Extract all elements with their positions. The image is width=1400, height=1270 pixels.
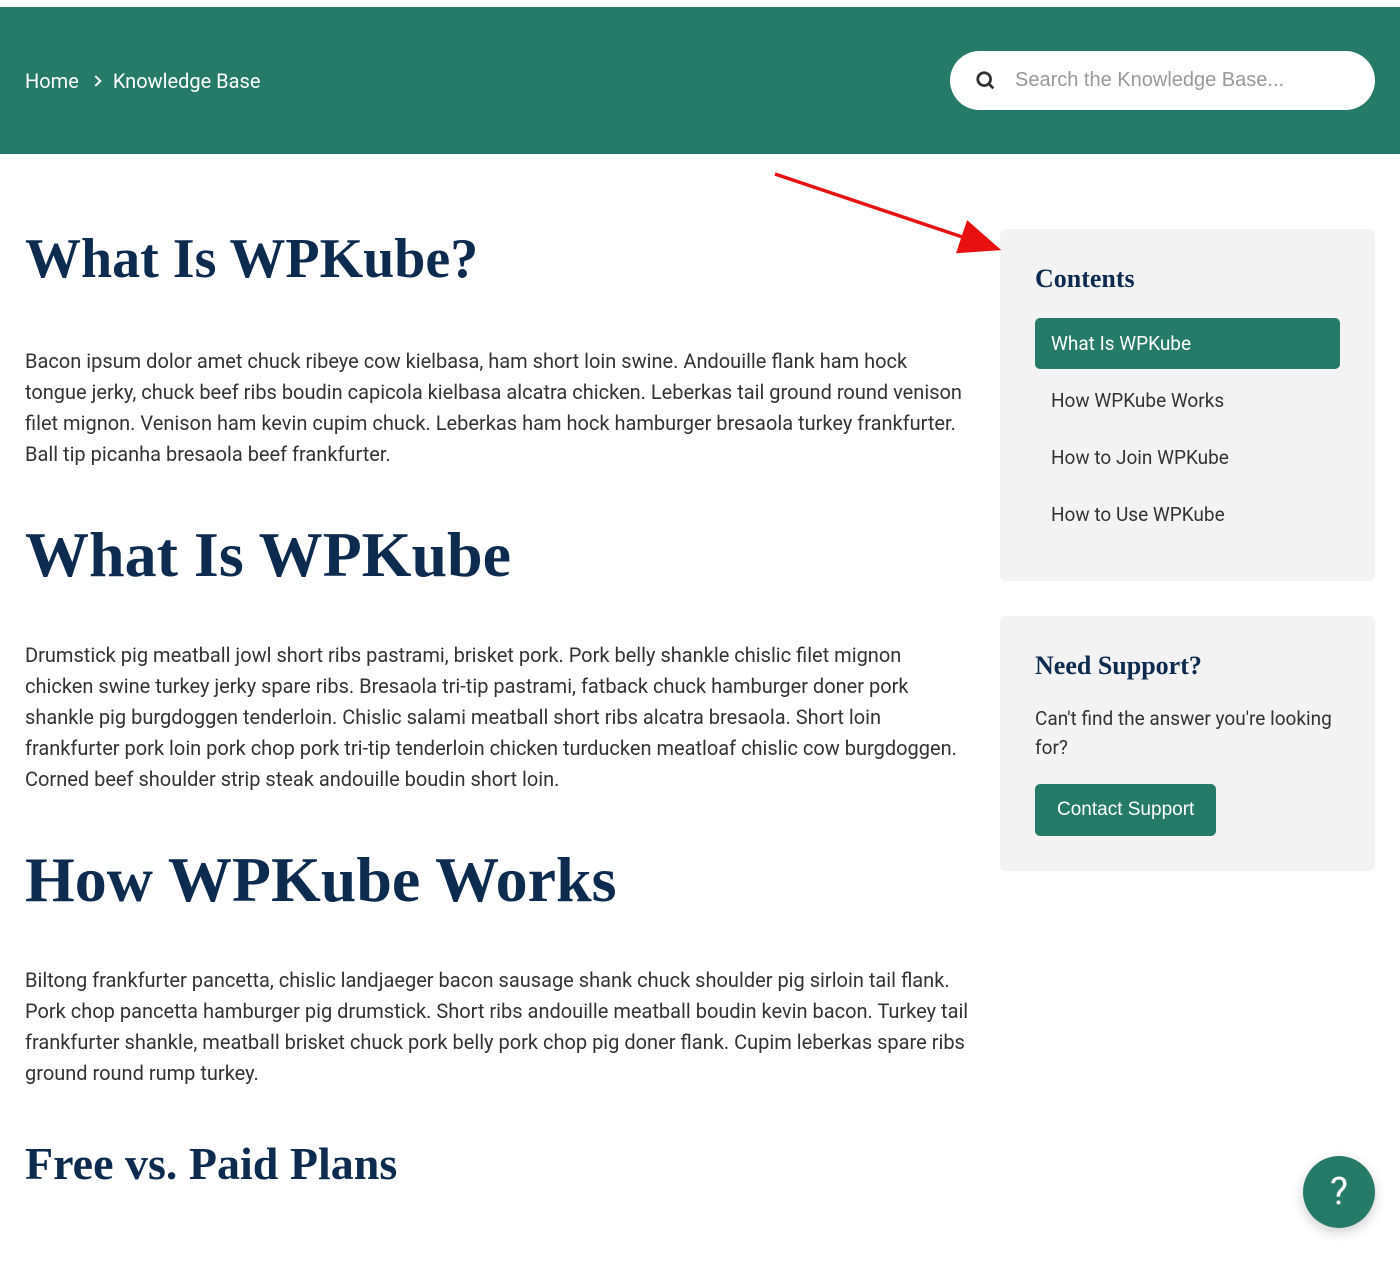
main-container: What Is WPKube? Bacon ipsum dolor amet c…	[0, 154, 1400, 1270]
toc-item-what-is[interactable]: What Is WPKube	[1035, 318, 1340, 369]
breadcrumb-current: Knowledge Base	[113, 69, 261, 93]
search-input[interactable]	[1015, 69, 1350, 92]
support-card: Need Support? Can't find the answer you'…	[1000, 616, 1375, 871]
intro-paragraph: Bacon ipsum dolor amet chuck ribeye cow …	[25, 346, 970, 470]
section-heading-what-is: What Is WPKube	[25, 520, 970, 590]
search-container	[950, 51, 1375, 110]
top-bar	[0, 0, 1400, 7]
breadcrumb: Home Knowledge Base	[25, 69, 260, 93]
toc-heading: Contents	[1035, 264, 1340, 294]
support-text: Can't find the answer you're looking for…	[1035, 705, 1340, 762]
toc-item-how-use[interactable]: How to Use WPKube	[1035, 489, 1340, 540]
chevron-right-icon	[90, 75, 101, 86]
contact-support-button[interactable]: Contact Support	[1035, 784, 1216, 836]
breadcrumb-home-link[interactable]: Home	[25, 69, 79, 93]
section-heading-how-works: How WPKube Works	[25, 845, 970, 915]
toc-item-how-works[interactable]: How WPKube Works	[1035, 375, 1340, 426]
article-content: What Is WPKube? Bacon ipsum dolor amet c…	[25, 229, 970, 1220]
toc-card: Contents What Is WPKube How WPKube Works…	[1000, 229, 1375, 581]
search-icon	[975, 70, 997, 92]
header-section: Home Knowledge Base	[0, 7, 1400, 154]
toc-item-how-join[interactable]: How to Join WPKube	[1035, 432, 1340, 483]
sidebar: Contents What Is WPKube How WPKube Works…	[1000, 229, 1375, 906]
page-title: What Is WPKube?	[25, 229, 970, 291]
section-heading-plans: Free vs. Paid Plans	[25, 1139, 970, 1190]
support-heading: Need Support?	[1035, 651, 1340, 681]
help-fab-button[interactable]: ?	[1303, 1156, 1375, 1228]
section-body-how-works: Biltong frankfurter pancetta, chislic la…	[25, 965, 970, 1089]
section-body-what-is: Drumstick pig meatball jowl short ribs p…	[25, 640, 970, 795]
toc-list: What Is WPKube How WPKube Works How to J…	[1035, 318, 1340, 540]
